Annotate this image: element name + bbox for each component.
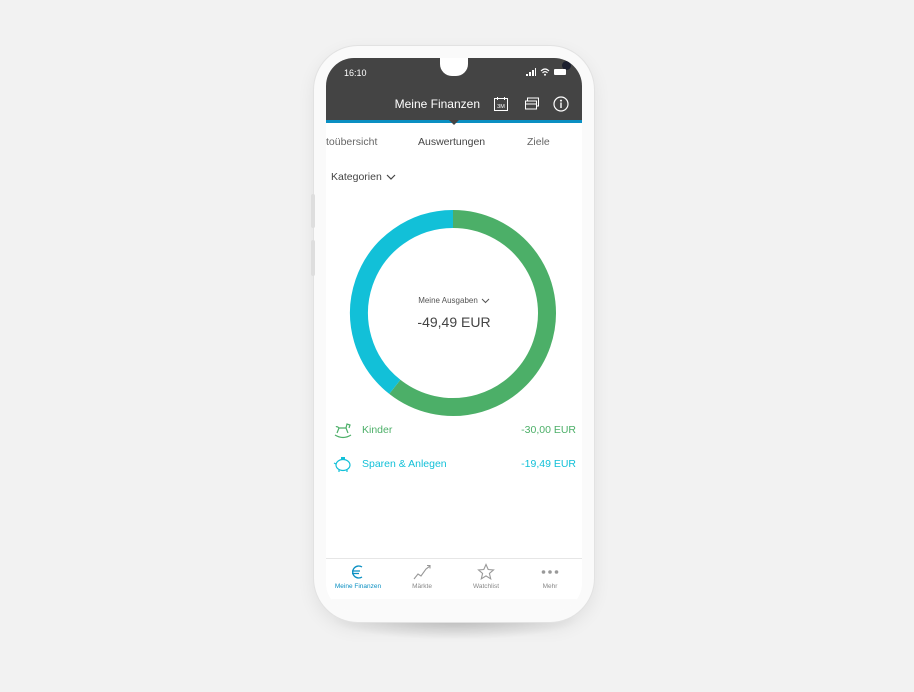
chart-trend-icon [413, 564, 431, 580]
chevron-down-icon [386, 174, 396, 180]
category-dropdown[interactable]: Kategorien [331, 171, 396, 183]
category-row-kinder[interactable]: Kinder -30,00 EUR [326, 420, 582, 442]
category-name: Kinder [362, 424, 393, 436]
notch [440, 58, 571, 76]
signal-icon [526, 68, 536, 76]
nav-label: Meine Finanzen [334, 583, 382, 590]
header-pointer [449, 120, 459, 125]
nav-mehr[interactable]: Mehr [518, 559, 582, 599]
cards-icon[interactable] [523, 95, 541, 113]
home-indicator-area [326, 599, 582, 611]
category-amount: -19,49 EUR [521, 458, 576, 470]
piggy-bank-icon [333, 457, 351, 472]
chevron-down-icon [481, 298, 490, 303]
status-bar: 16:10 [326, 58, 582, 90]
rocking-horse-icon [334, 423, 352, 439]
tab-auswertungen[interactable]: Auswertungen [418, 136, 485, 148]
more-dots-icon [541, 570, 559, 574]
category-dropdown-label: Kategorien [331, 171, 382, 183]
nav-meine-finanzen[interactable]: Meine Finanzen [326, 559, 390, 599]
tab-kontouebersicht[interactable]: toübersicht [326, 136, 377, 148]
period-label: 3M [497, 104, 505, 110]
summary-selector[interactable]: Meine Ausgaben [326, 296, 582, 305]
donut-slice-1[interactable] [389, 210, 556, 416]
phone-screen: 16:10 Meine Finanzen 3M toübersicht Ausw… [326, 58, 582, 611]
nav-label: Mehr [542, 583, 558, 590]
tab-ziele[interactable]: Ziele [527, 136, 550, 148]
bottom-navigation: Meine Finanzen Märkte Watchlist Mehr [326, 558, 582, 611]
category-name: Sparen & Anlegen [362, 458, 447, 470]
category-row-sparen[interactable]: Sparen & Anlegen -19,49 EUR [326, 454, 582, 476]
app-header: Meine Finanzen 3M [326, 90, 582, 120]
battery-icon [554, 69, 566, 75]
info-icon[interactable] [552, 95, 570, 113]
page-title: Meine Finanzen [394, 97, 480, 111]
star-icon [477, 563, 495, 580]
nav-maerkte[interactable]: Märkte [390, 559, 454, 599]
summary-label: Meine Ausgaben [418, 296, 478, 305]
volume-down-button [311, 240, 315, 276]
calendar-period-icon[interactable]: 3M [492, 95, 510, 113]
volume-up-button [311, 194, 315, 228]
status-time: 16:10 [344, 68, 367, 78]
nav-label: Watchlist [472, 583, 500, 590]
tab-bar: toübersicht Auswertungen Ziele [326, 136, 582, 156]
euro-icon [352, 565, 363, 579]
expenses-donut-chart[interactable] [349, 209, 557, 417]
nav-watchlist[interactable]: Watchlist [454, 559, 518, 599]
nav-label: Märkte [412, 583, 432, 590]
category-amount: -30,00 EUR [521, 424, 576, 436]
status-icons [526, 68, 566, 76]
summary-total: -49,49 EUR [417, 314, 491, 330]
wifi-icon [540, 68, 550, 76]
